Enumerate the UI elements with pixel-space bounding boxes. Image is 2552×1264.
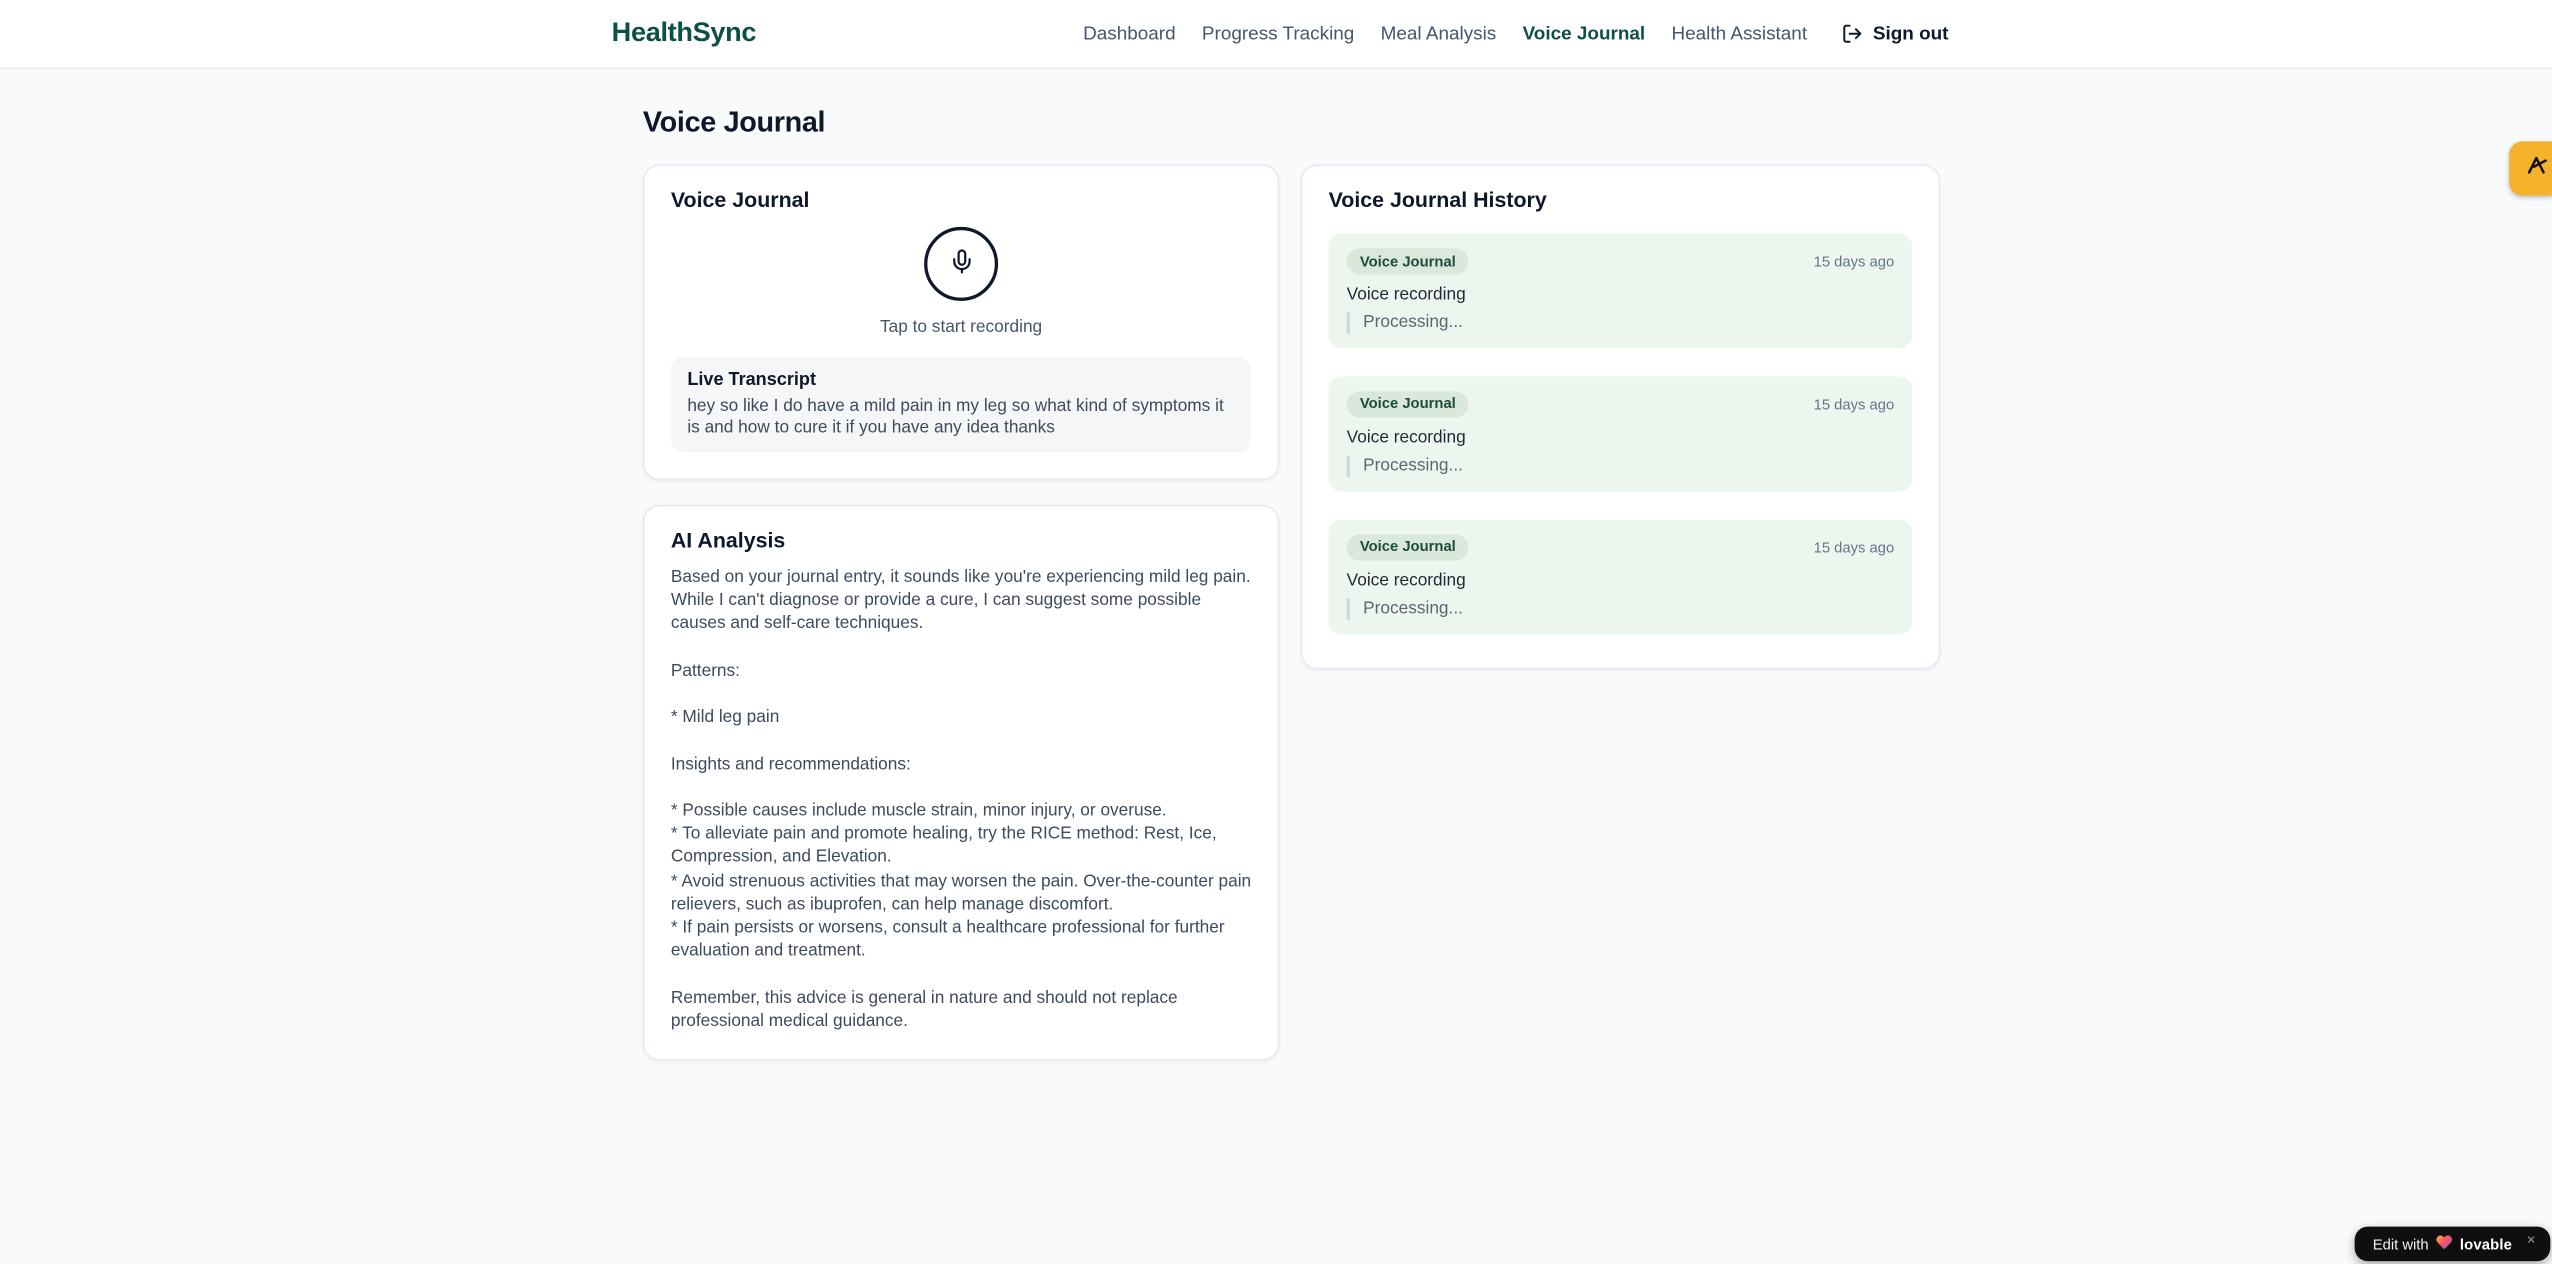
caret-logo-icon [2523, 152, 2548, 185]
record-button[interactable] [924, 226, 999, 301]
live-transcript-box: Live Transcript hey so like I do have a … [670, 356, 1252, 453]
voice-journal-history-card: Voice Journal History Voice Journal 15 d… [1300, 164, 1941, 670]
entry-timestamp: 15 days ago [1813, 395, 1895, 413]
brand-logo[interactable]: HealthSync [612, 18, 757, 49]
main-content: Voice Journal Voice Journal Tap to start… [642, 105, 1941, 1061]
entry-title: Voice recording [1346, 284, 1466, 304]
live-transcript-title: Live Transcript [687, 369, 817, 390]
log-out-icon [1842, 23, 1863, 44]
history-card-title: Voice Journal History [1328, 187, 1547, 213]
nav-item-meal-analysis[interactable]: Meal Analysis [1381, 24, 1497, 44]
sign-out-button[interactable]: Sign out [1842, 23, 1949, 44]
content-grid: Voice Journal Tap to start recording Liv… [642, 164, 1941, 1061]
live-transcript-text: hey so like I do have a mild pain in my … [687, 396, 1224, 438]
assistant-floating-badge[interactable] [2509, 141, 2552, 196]
primary-nav: Dashboard Progress Tracking Meal Analysi… [1083, 23, 1948, 44]
nav-item-progress-tracking[interactable]: Progress Tracking [1202, 24, 1354, 44]
entry-status: Processing... [1346, 597, 1895, 620]
entry-header: Voice Journal 15 days ago [1346, 248, 1895, 275]
entry-type-badge: Voice Journal [1346, 391, 1469, 418]
close-icon[interactable]: × [2527, 1231, 2536, 1247]
page-title: Voice Journal [642, 105, 826, 139]
navbar-inner: HealthSync Dashboard Progress Tracking M… [612, 18, 1949, 49]
nav-item-voice-journal[interactable]: Voice Journal [1523, 24, 1646, 44]
entry-header: Voice Journal 15 days ago [1346, 534, 1895, 561]
entry-timestamp: 15 days ago [1813, 253, 1895, 270]
entry-type-badge: Voice Journal [1346, 248, 1469, 275]
ai-analysis-title: AI Analysis [670, 527, 786, 553]
voice-recorder-card: Voice Journal Tap to start recording Liv… [642, 164, 1280, 481]
nav-item-dashboard[interactable]: Dashboard [1083, 24, 1176, 44]
lovable-brand-label: lovable [2459, 1235, 2513, 1253]
edit-with-lovable-badge[interactable]: Edit with lovable × [2354, 1226, 2551, 1262]
left-column: Voice Journal Tap to start recording Liv… [642, 164, 1280, 1061]
entry-type-badge: Voice Journal [1346, 534, 1469, 561]
lovable-prefix-label: Edit with [2372, 1235, 2429, 1253]
history-entry[interactable]: Voice Journal 15 days ago Voice recordin… [1328, 233, 1913, 349]
nav-item-health-assistant[interactable]: Health Assistant [1671, 24, 1807, 44]
recorder-area: Tap to start recording [671, 226, 1251, 338]
entry-header: Voice Journal 15 days ago [1346, 391, 1895, 418]
ai-analysis-body: Based on your journal entry, it sounds l… [670, 567, 1252, 1031]
microphone-icon [948, 248, 974, 279]
ai-analysis-card: AI Analysis Based on your journal entry,… [642, 504, 1280, 1061]
entry-status: Processing... [1346, 455, 1895, 477]
history-entry[interactable]: Voice Journal 15 days ago Voice recordin… [1328, 376, 1913, 492]
history-entry[interactable]: Voice Journal 15 days ago Voice recordin… [1328, 519, 1913, 635]
entry-timestamp: 15 days ago [1813, 538, 1895, 556]
heart-icon [2435, 1233, 2453, 1254]
sign-out-label: Sign out [1872, 23, 1949, 44]
recorder-card-title: Voice Journal [670, 187, 810, 213]
top-navbar: HealthSync Dashboard Progress Tracking M… [0, 0, 2552, 70]
app-window: HealthSync Dashboard Progress Tracking M… [0, 0, 2552, 1264]
entry-status: Processing... [1346, 312, 1895, 334]
tap-to-record-hint: Tap to start recording [879, 317, 1043, 338]
entry-title: Voice recording [1346, 427, 1466, 447]
entry-title: Voice recording [1346, 569, 1466, 590]
